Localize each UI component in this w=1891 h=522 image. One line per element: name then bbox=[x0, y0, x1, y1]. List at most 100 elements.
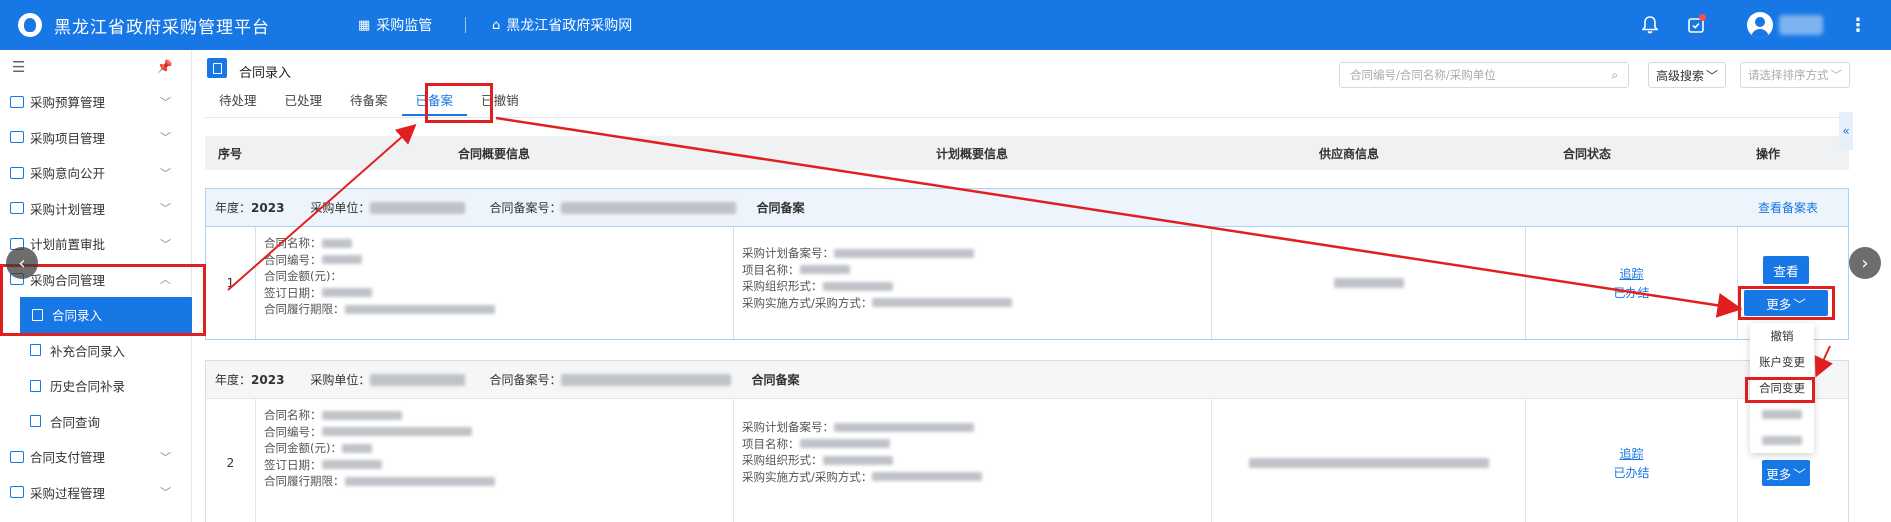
field-label: 合同履行期限： bbox=[264, 302, 345, 316]
sidebar-item-label: 采购意向公开 bbox=[30, 166, 106, 182]
col-contract: 合同概要信息 bbox=[457, 146, 530, 161]
chevron-down-icon: ﹀ bbox=[1706, 68, 1719, 83]
menu-item-blurred[interactable] bbox=[1750, 401, 1814, 427]
record-label: 合同备案号： bbox=[489, 373, 562, 387]
plan-summary: 采购计划备案号： 项目名称： 采购组织形式： 采购实施方式/采购方式： bbox=[734, 227, 1212, 339]
nav-supervision-label: 采购监管 bbox=[376, 18, 433, 34]
blurred-value bbox=[822, 455, 893, 465]
tab-pending[interactable]: 待处理 bbox=[205, 90, 271, 116]
chevron-down-icon: ﹀ bbox=[160, 486, 171, 500]
table-header: 序号 合同概要信息 计划概要信息 供应商信息 合同状态 操作 bbox=[205, 136, 1849, 170]
field-label: 合同金额(元)： bbox=[264, 269, 342, 283]
more-button[interactable]: 更多 ﹀ bbox=[1762, 460, 1810, 486]
page-title: 合同录入 bbox=[239, 66, 292, 81]
sidebar-subitem-label: 合同查询 bbox=[50, 414, 101, 430]
menu-item-revoke[interactable]: 撤销 bbox=[1750, 323, 1814, 349]
logo-icon bbox=[18, 13, 42, 37]
group-header: 年度： 2023 采购单位： 合同备案号： 合同备案 查看备案表 bbox=[206, 189, 1848, 227]
unit-blurred bbox=[370, 201, 466, 214]
sidebar-item-intent[interactable]: 采购意向公开 ﹀ bbox=[0, 155, 191, 191]
nav-website-label: 黑龙江省政府采购网 bbox=[506, 18, 633, 34]
menu-item-blurred[interactable] bbox=[1750, 427, 1814, 453]
supplier-blurred bbox=[1248, 458, 1489, 468]
chevron-down-icon: ﹀ bbox=[160, 95, 171, 109]
status-text: 已办结 bbox=[1613, 286, 1650, 300]
blurred-value bbox=[822, 281, 893, 291]
sidebar-item-label: 采购计划管理 bbox=[30, 201, 106, 217]
field-label: 采购实施方式/采购方式： bbox=[742, 469, 873, 484]
next-slide-icon[interactable]: › bbox=[1849, 247, 1881, 279]
field-label: 项目名称： bbox=[742, 436, 800, 451]
col-plan: 计划概要信息 bbox=[935, 146, 1008, 161]
blurred-value bbox=[321, 238, 352, 248]
task-icon[interactable] bbox=[1685, 14, 1707, 36]
sidebar-subitem-supplement-entry[interactable]: 补充合同录入 bbox=[0, 333, 191, 369]
year-value: 2023 bbox=[251, 200, 285, 215]
field-label: 采购实施方式/采购方式： bbox=[742, 295, 873, 310]
supplier-info bbox=[1212, 227, 1526, 339]
field-label: 采购计划备案号： bbox=[742, 246, 834, 260]
field-label: 签订日期： bbox=[264, 457, 322, 472]
supplier-blurred bbox=[1333, 278, 1404, 288]
sidebar-subitem-history-entry[interactable]: 历史合同补录 bbox=[0, 368, 191, 404]
pin-icon[interactable]: 📌 bbox=[157, 60, 173, 75]
chevron-down-icon: ﹀ bbox=[160, 450, 171, 464]
field-label: 采购计划备案号： bbox=[742, 420, 834, 434]
unit-label: 采购单位： bbox=[310, 373, 371, 387]
group-tag: 合同备案 bbox=[751, 373, 800, 387]
blurred-value bbox=[321, 460, 382, 470]
sort-select[interactable]: 请选择排序方式 ﹀ bbox=[1740, 62, 1850, 88]
tab-processed[interactable]: 已处理 bbox=[271, 90, 337, 116]
collapse-panel-icon[interactable]: « bbox=[1839, 112, 1853, 150]
chevron-down-icon: ﹀ bbox=[160, 166, 171, 180]
sidebar-item-project[interactable]: 采购项目管理 ﹀ bbox=[0, 120, 191, 156]
advanced-search-label: 高级搜索 bbox=[1655, 68, 1704, 83]
contract-summary: 合同名称： 合同编号： 合同金额(元)： 签订日期： 合同履行期限： bbox=[256, 399, 734, 522]
blurred-value bbox=[834, 422, 974, 432]
track-link[interactable]: 追踪 bbox=[1619, 445, 1643, 462]
nav-website[interactable]: ⌂ 黑龙江省政府采购网 bbox=[492, 0, 632, 50]
more-vertical-icon[interactable]: ⋮ bbox=[1847, 14, 1869, 36]
sidebar-item-payment[interactable]: 合同支付管理 ﹀ bbox=[0, 439, 191, 475]
top-bar: 黑龙江省政府采购管理平台 ▦ 采购监管 ⌂ 黑龙江省政府采购网 ⋮ bbox=[0, 0, 1891, 50]
field-label: 采购组织形式： bbox=[742, 453, 823, 467]
chevron-down-icon: ﹀ bbox=[160, 131, 171, 145]
row-index: 1 bbox=[206, 227, 256, 339]
bell-icon[interactable] bbox=[1639, 14, 1661, 36]
search-icon[interactable]: ⌕ bbox=[1612, 68, 1618, 83]
search-list-icon bbox=[30, 415, 41, 428]
blurred-value bbox=[799, 265, 850, 275]
plan-summary: 采购计划备案号： 项目名称： 采购组织形式： 采购实施方式/采购方式： bbox=[734, 399, 1212, 522]
blurred-value bbox=[321, 255, 362, 265]
advanced-search-button[interactable]: 高级搜索 ﹀ bbox=[1648, 62, 1726, 88]
chevron-down-icon: ﹀ bbox=[160, 202, 171, 216]
username-blurred bbox=[1779, 15, 1823, 35]
contract-summary: 合同名称： 合同编号： 合同金额(元)： 签订日期： 合同履行期限： bbox=[256, 227, 734, 339]
track-link[interactable]: 追踪 bbox=[1619, 265, 1643, 282]
sidebar-item-label: 采购预算管理 bbox=[30, 95, 106, 111]
year-value: 2023 bbox=[251, 372, 285, 387]
sidebar-item-budget[interactable]: 采购预算管理 ﹀ bbox=[0, 84, 191, 120]
record-blurred bbox=[561, 373, 732, 386]
page-icon bbox=[207, 58, 227, 78]
home-icon: ⌂ bbox=[492, 17, 501, 33]
col-status: 合同状态 bbox=[1562, 146, 1611, 161]
search-input[interactable]: 合同编号/合同名称/采购单位 ⌕ bbox=[1339, 62, 1629, 88]
tab-to-record[interactable]: 待备案 bbox=[336, 90, 402, 116]
menu-item-account-change[interactable]: 账户变更 bbox=[1750, 349, 1814, 375]
view-button[interactable]: 查看 bbox=[1763, 256, 1809, 284]
menu-icon[interactable]: ☰ bbox=[12, 58, 25, 76]
view-record-link[interactable]: 查看备案表 bbox=[1758, 199, 1818, 216]
col-supplier: 供应商信息 bbox=[1318, 146, 1379, 161]
blurred-value bbox=[872, 472, 983, 482]
avatar[interactable] bbox=[1747, 12, 1773, 38]
sidebar-item-label: 计划前置审批 bbox=[30, 237, 106, 253]
sidebar-item-process[interactable]: 采购过程管理 ﹀ bbox=[0, 475, 191, 511]
blurred-value bbox=[834, 248, 974, 258]
prev-slide-icon[interactable]: ‹ bbox=[6, 247, 38, 279]
nav-divider bbox=[465, 17, 466, 33]
chevron-down-icon: ﹀ bbox=[1793, 466, 1806, 482]
sidebar-item-plan[interactable]: 采购计划管理 ﹀ bbox=[0, 191, 191, 227]
nav-supervision[interactable]: ▦ 采购监管 bbox=[358, 0, 432, 50]
sidebar-subitem-contract-query[interactable]: 合同查询 bbox=[0, 404, 191, 440]
